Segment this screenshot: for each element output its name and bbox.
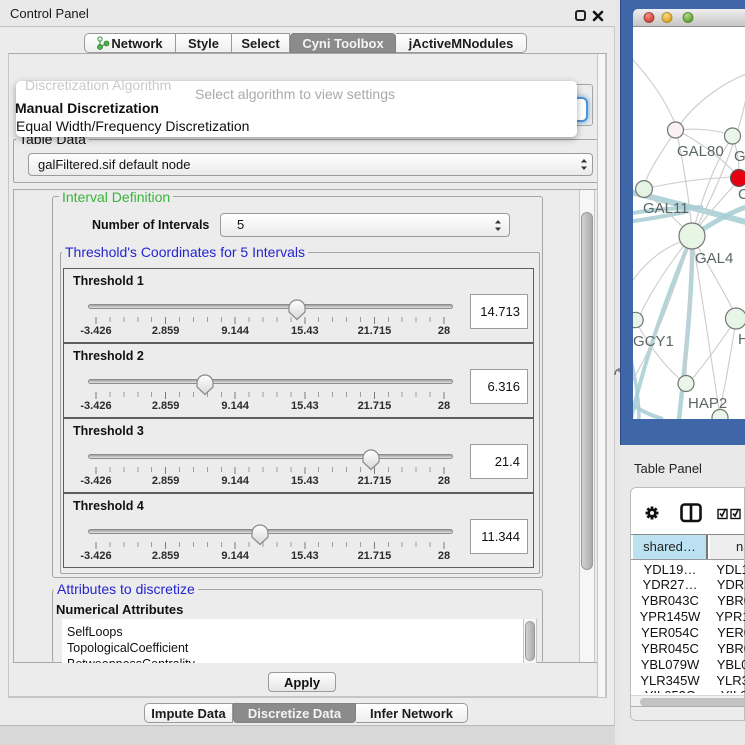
svg-text:GAL4: GAL4 bbox=[695, 250, 733, 267]
svg-text:H: H bbox=[738, 331, 745, 348]
svg-text:HAP2: HAP2 bbox=[688, 395, 727, 412]
svg-text:GAL80: GAL80 bbox=[677, 143, 724, 160]
svg-text:GCY1: GCY1 bbox=[633, 333, 674, 350]
svg-text:GA: GA bbox=[734, 148, 745, 165]
svg-text:GAL11: GAL11 bbox=[643, 200, 689, 217]
svg-text:CA: CA bbox=[738, 186, 745, 203]
